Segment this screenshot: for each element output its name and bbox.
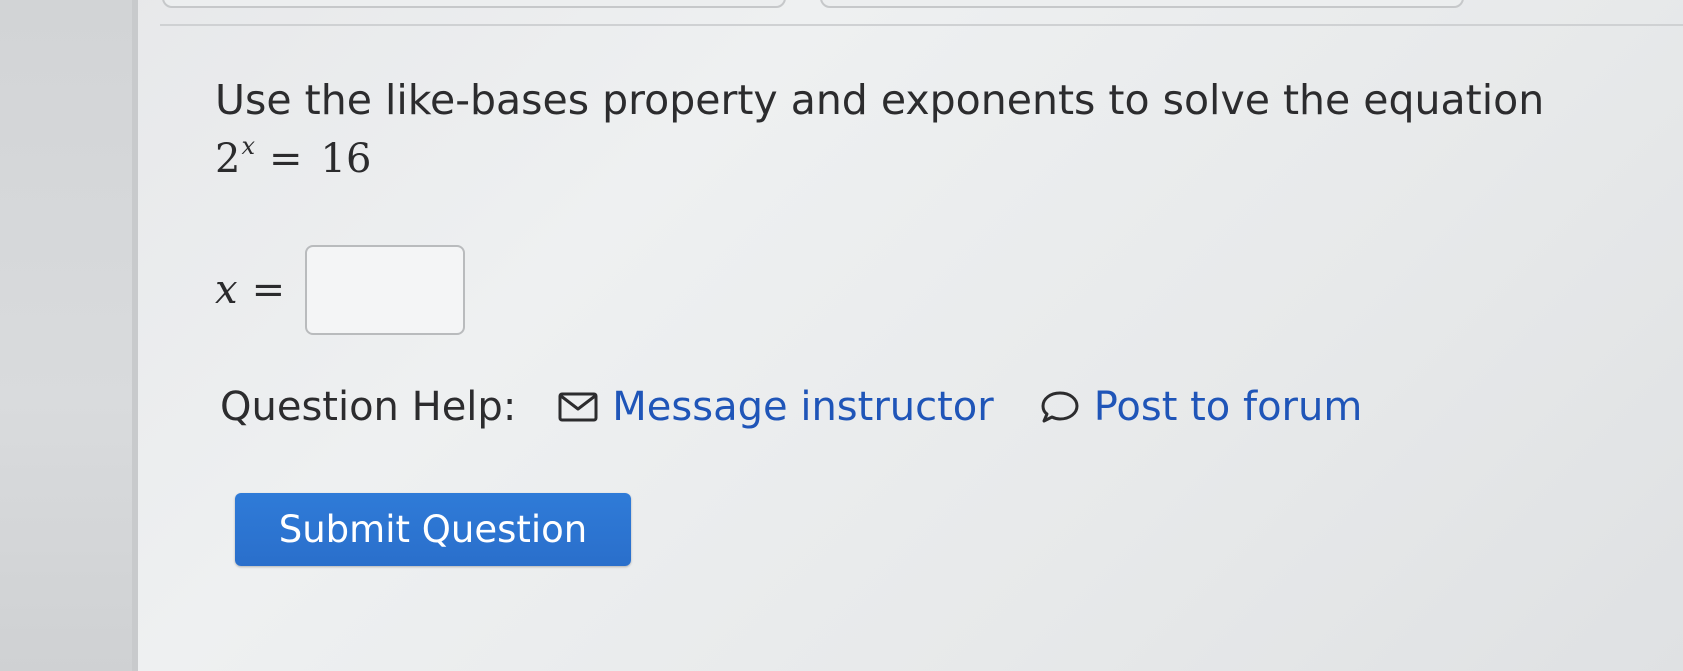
answer-input[interactable] bbox=[305, 245, 466, 335]
speech-bubble-icon bbox=[1040, 389, 1080, 425]
equation: 2x = 16 bbox=[215, 132, 372, 182]
question-help: Question Help: Message instructor Post t… bbox=[220, 384, 1362, 430]
post-to-forum-link[interactable]: Post to forum bbox=[1040, 384, 1363, 430]
top-panel-right bbox=[820, 0, 1464, 8]
answer-equals: = bbox=[251, 267, 286, 313]
equation-rhs: 16 bbox=[320, 136, 372, 182]
top-panel-left bbox=[162, 0, 786, 8]
divider bbox=[160, 24, 1683, 26]
left-gutter-edge bbox=[132, 0, 138, 671]
left-gutter bbox=[0, 0, 138, 671]
equation-base: 2 bbox=[215, 136, 241, 182]
answer-variable: x bbox=[215, 267, 238, 313]
equation-equals: = bbox=[269, 136, 303, 182]
screen: Use the like-bases property and exponent… bbox=[0, 0, 1683, 671]
post-to-forum-label: Post to forum bbox=[1093, 384, 1363, 430]
equation-exponent: x bbox=[241, 132, 255, 160]
answer-row: x = bbox=[215, 244, 466, 336]
envelope-icon bbox=[558, 392, 598, 422]
question-prompt: Use the like-bases property and exponent… bbox=[215, 76, 1545, 124]
answer-label: x = bbox=[215, 267, 285, 313]
message-instructor-label: Message instructor bbox=[612, 384, 994, 430]
question-help-label: Question Help: bbox=[220, 384, 517, 430]
submit-question-button[interactable]: Submit Question bbox=[235, 493, 631, 566]
message-instructor-link[interactable]: Message instructor bbox=[558, 384, 994, 430]
